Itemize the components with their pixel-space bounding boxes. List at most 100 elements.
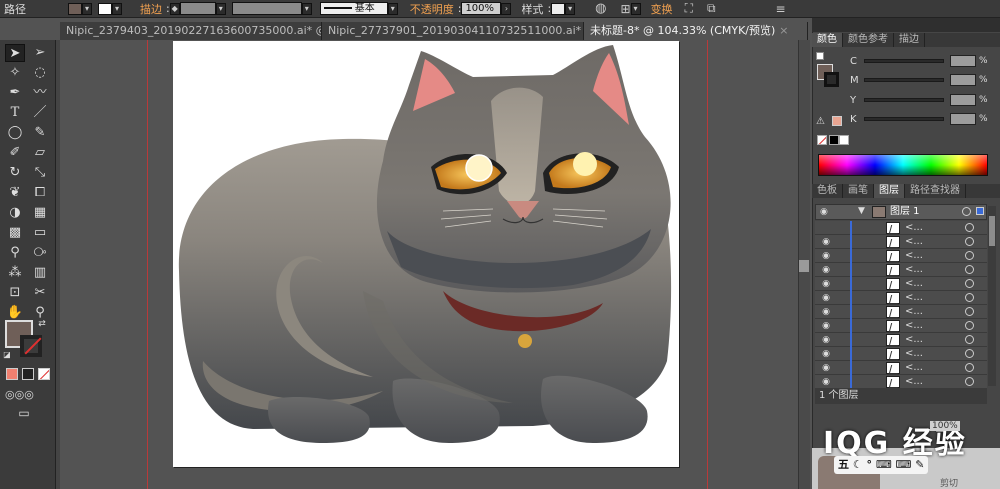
color-default-icon[interactable]	[816, 52, 824, 60]
channel-c-slider[interactable]	[864, 59, 944, 63]
sublayer-row[interactable]: ◉ <...	[815, 249, 987, 265]
target-icon[interactable]	[965, 349, 974, 358]
artboard-tool-icon[interactable]: ⊡	[5, 284, 25, 302]
gradient-tool-icon[interactable]: ▭	[30, 224, 50, 242]
brush-dropdown-icon[interactable]: ▾	[387, 2, 398, 15]
sublayer-name[interactable]: <...	[905, 263, 923, 277]
color-none-icon[interactable]	[817, 135, 827, 145]
warp-tool-icon[interactable]: ❦	[5, 184, 25, 202]
stroke-weight-field[interactable]	[179, 2, 216, 15]
pencil-tool-icon[interactable]: ✐	[5, 144, 25, 162]
line-tool-icon[interactable]: ／	[30, 104, 50, 122]
expand-icon[interactable]: ▼	[858, 206, 865, 216]
sublayer-name[interactable]: <...	[905, 319, 923, 333]
default-colors-icon[interactable]: ◪	[2, 350, 12, 360]
sublayer-name[interactable]: <...	[905, 221, 923, 235]
none-mode-icon[interactable]	[38, 368, 50, 380]
curvature-tool-icon[interactable]: 〰	[30, 84, 50, 102]
swap-fill-stroke-icon[interactable]: ⇄	[36, 318, 48, 330]
channel-m-field[interactable]	[950, 74, 976, 86]
eye-icon[interactable]: ◉	[819, 335, 833, 346]
tab-stroke[interactable]: 描边	[894, 33, 925, 47]
eye-icon[interactable]: ◉	[819, 279, 833, 290]
target-icon[interactable]	[965, 363, 974, 372]
tab-document-2[interactable]: Nipic_27737901_20190304110732511000.ai* …	[322, 22, 584, 40]
eye-icon[interactable]: ◉	[819, 307, 833, 318]
stroke-label[interactable]: 描边	[136, 1, 166, 17]
color-white-icon[interactable]	[839, 135, 849, 145]
style-dropdown-icon[interactable]: ▾	[565, 2, 576, 15]
symbol-sprayer-tool-icon[interactable]: ⁂	[5, 264, 25, 282]
eye-icon[interactable]: ◉	[819, 293, 833, 304]
channel-y-field[interactable]	[950, 94, 976, 106]
style-swatch[interactable]	[551, 2, 566, 15]
variable-width-field[interactable]	[231, 2, 302, 15]
eraser-tool-icon[interactable]: ▱	[30, 144, 50, 162]
color-panel-stroke-swatch[interactable]	[824, 72, 839, 87]
opacity-field[interactable]: 100%	[461, 2, 502, 15]
layer-row-main[interactable]: ◉ ▼ 图层 1	[815, 204, 987, 220]
tab-color[interactable]: 颜色	[812, 33, 843, 47]
live-paint-tool-icon[interactable]: ▦	[30, 204, 50, 222]
layers-scrollbar[interactable]	[988, 206, 996, 386]
stroke-color-swatch[interactable]	[20, 335, 42, 357]
color-mode-icon[interactable]	[6, 368, 18, 380]
brush-profile-field[interactable]: 基本	[319, 2, 388, 15]
draw-mode-icon[interactable]: ◎◎◎	[5, 386, 34, 404]
layer-name[interactable]: 图层 1	[890, 205, 920, 219]
magic-wand-tool-icon[interactable]: ✧	[5, 64, 25, 82]
rotate-tool-icon[interactable]: ↻	[5, 164, 25, 182]
stroke-weight-stepper[interactable]: ◆	[169, 2, 180, 15]
sublayer-row[interactable]: ◉ <...	[815, 235, 987, 251]
sublayer-row[interactable]: ◉ <...	[815, 291, 987, 307]
stroke-dropdown-icon[interactable]: ▾	[112, 2, 122, 15]
target-icon[interactable]	[965, 223, 974, 232]
opacity-dropdown-icon[interactable]: ›	[501, 2, 512, 15]
tab-document-1[interactable]: Nipic_2379403_20190227163600735000.ai* @…	[60, 22, 322, 40]
sublayer-row[interactable]: ◉ <...	[815, 361, 987, 377]
sublayer-row[interactable]: ◉ <...	[815, 263, 987, 279]
target-icon[interactable]	[965, 293, 974, 302]
target-icon[interactable]	[965, 237, 974, 246]
eye-icon[interactable]: ◉	[819, 265, 833, 276]
recolor-icon[interactable]: ◍	[595, 1, 606, 16]
blend-tool-icon[interactable]: ⧂	[30, 244, 50, 262]
eyedropper-tool-icon[interactable]: ⚲	[5, 244, 25, 262]
tab-color-guide[interactable]: 颜色参考	[843, 33, 894, 47]
sublayer-name[interactable]: <...	[905, 291, 923, 305]
sublayer-row[interactable]: ◉ <...	[815, 319, 987, 335]
tab-document-3[interactable]: 未标题-8* @ 104.33% (CMYK/预览) ×	[584, 22, 808, 40]
shape-builder-tool-icon[interactable]: ◑	[5, 204, 25, 222]
target-icon[interactable]	[962, 207, 971, 216]
sublayer-name[interactable]: <...	[905, 375, 923, 389]
stroke-weight-dropdown-icon[interactable]: ▾	[215, 2, 226, 15]
color-black-icon[interactable]	[829, 135, 839, 145]
screen-mode-icon[interactable]: ▭	[14, 404, 34, 422]
artboard[interactable]	[173, 41, 679, 467]
ellipse-tool-icon[interactable]: ◯	[5, 124, 25, 142]
eye-icon[interactable]: ◉	[819, 377, 833, 388]
sublayer-row[interactable]: ◉ <...	[815, 305, 987, 321]
type-tool-icon[interactable]: T	[5, 104, 25, 122]
eye-icon[interactable]: ◉	[819, 237, 833, 248]
sublayer-name[interactable]: <...	[905, 333, 923, 347]
slice-tool-icon[interactable]: ✂	[30, 284, 50, 302]
sublayer-row[interactable]: <...	[815, 221, 987, 237]
target-icon[interactable]	[965, 321, 974, 330]
stroke-swatch[interactable]	[98, 2, 112, 15]
sublayer-name[interactable]: <...	[905, 235, 923, 249]
lasso-tool-icon[interactable]: ◌	[30, 64, 50, 82]
channel-m-slider[interactable]	[864, 78, 944, 82]
target-icon[interactable]	[965, 265, 974, 274]
channel-y-slider[interactable]	[864, 98, 944, 102]
sublayer-row[interactable]: ◉ <...	[815, 347, 987, 363]
out-of-gamut-icon[interactable]: ⚠	[816, 116, 825, 127]
paintbrush-tool-icon[interactable]: ✎	[30, 124, 50, 142]
mesh-tool-icon[interactable]: ▩	[5, 224, 25, 242]
sublayer-name[interactable]: <...	[905, 361, 923, 375]
target-icon[interactable]	[965, 279, 974, 288]
selection-indicator[interactable]	[976, 207, 984, 215]
sublayer-name[interactable]: <...	[905, 305, 923, 319]
panel-menu-icon[interactable]: ≡	[776, 2, 786, 16]
target-icon[interactable]	[965, 307, 974, 316]
